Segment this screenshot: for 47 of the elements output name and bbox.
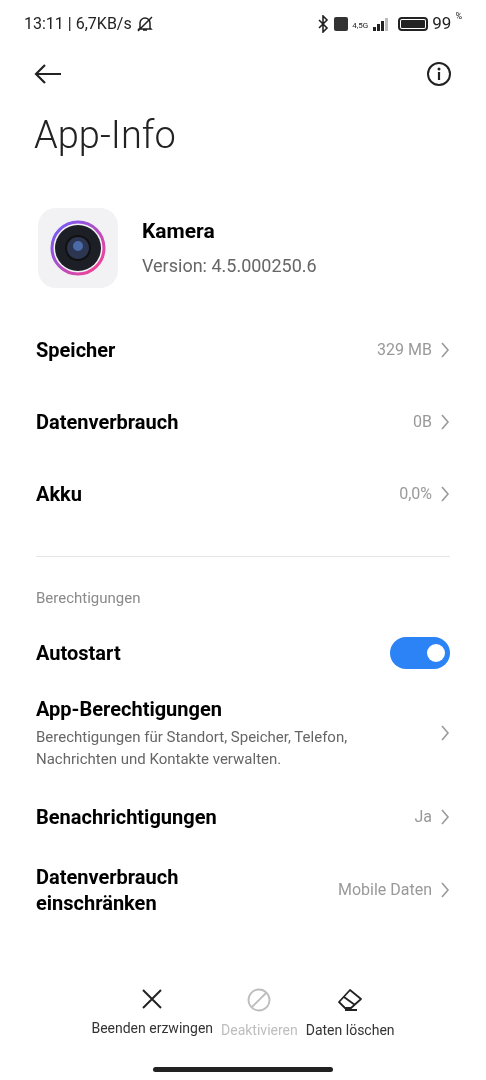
chevron-icon <box>440 724 450 742</box>
row-description: Berechtigungen für Standort, Speicher, Telefon, Nachrichten und Kontakte verwalten. <box>36 727 349 770</box>
row-label: Akku <box>36 480 82 508</box>
section-header: Berechtigungen <box>35 587 142 609</box>
row-label: Autostart <box>36 640 121 667</box>
info-button[interactable] <box>426 61 452 87</box>
network-type: 4,5G <box>352 20 369 33</box>
back-button[interactable] <box>34 64 62 84</box>
close-icon <box>141 988 164 1010</box>
network-speed: | 6,7KB/s <box>67 13 132 35</box>
settings-row[interactable]: App-Berechtigungen Berechtigungen für Standort, Speicher, Telefon, Nachrichten und Kontakte verwalten. <box>0 683 486 783</box>
prohibited-icon <box>247 988 272 1012</box>
row-label: Speicher <box>36 336 116 364</box>
row-label: App-Berechtigungen <box>36 696 223 722</box>
chevron-icon <box>440 340 450 359</box>
status-time: 13:11 <box>24 13 64 35</box>
battery-percent: 99 <box>432 12 452 36</box>
percent-sign: % <box>455 10 462 24</box>
page-title: App-Info <box>33 112 177 159</box>
battery-icon <box>398 17 429 31</box>
toggle-switch[interactable] <box>390 637 450 669</box>
settings-row[interactable]: Speicher 329 MB <box>0 313 486 386</box>
chevron-icon <box>440 412 450 431</box>
row-value: 0,0% <box>399 482 432 505</box>
app-name: Kamera <box>142 218 216 246</box>
settings-row[interactable]: Datenverbrauch einschränken Mobile Daten <box>0 851 486 929</box>
bluetooth-icon <box>316 15 331 33</box>
muted-bell-icon <box>135 15 154 33</box>
row-label: Datenverbrauch <box>36 408 179 436</box>
signal-icon <box>372 17 391 31</box>
row-value: Mobile Daten <box>337 879 432 901</box>
app-version: Version: 4.5.000250.6 <box>142 253 317 278</box>
action-button[interactable]: Daten löschen <box>305 988 395 1041</box>
chevron-icon <box>440 484 450 503</box>
row-label: Datenverbrauch einschränken <box>36 864 180 916</box>
eraser-icon <box>337 988 364 1012</box>
chevron-icon <box>440 808 450 826</box>
camera-app-icon <box>38 207 118 288</box>
row-value: Ja <box>414 806 432 828</box>
settings-row[interactable]: Akku 0,0% <box>0 457 486 530</box>
row-value: 329 MB <box>377 338 432 361</box>
row-label: Benachrichtigungen <box>36 804 217 830</box>
settings-row[interactable]: Datenverbrauch 0B <box>0 385 486 458</box>
action-button[interactable]: Beenden erzwingen <box>91 988 214 1041</box>
chevron-icon <box>440 881 450 899</box>
settings-row[interactable]: Benachrichtigungen Ja <box>0 783 486 851</box>
row-value: 0B <box>413 410 432 433</box>
